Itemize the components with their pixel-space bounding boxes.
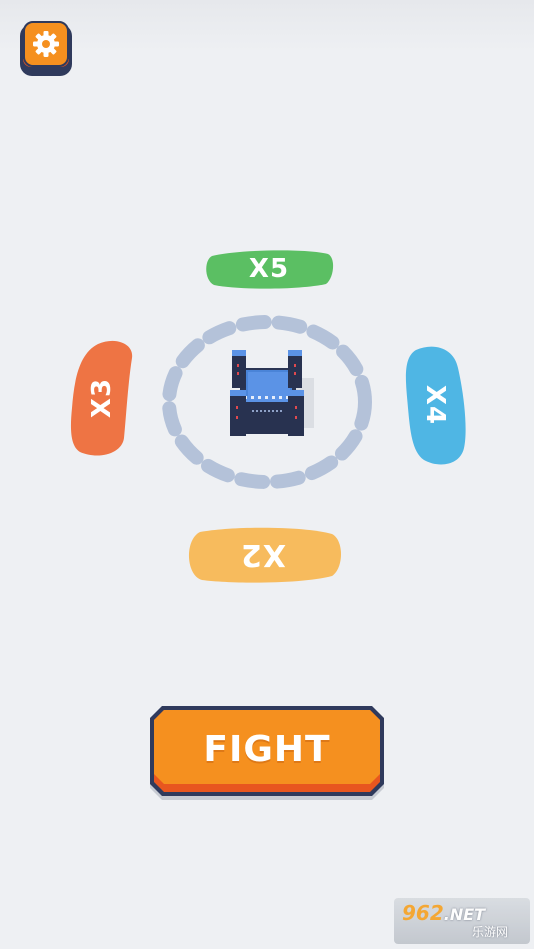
multiplier-top-label: X5 xyxy=(248,254,290,284)
watermark-brand: 962.NET xyxy=(402,901,486,925)
multiplier-left-label: X3 xyxy=(87,377,117,419)
multiplier-top: X5 xyxy=(204,248,334,290)
castle[interactable] xyxy=(226,348,316,440)
multiplier-left: X3 xyxy=(68,338,136,458)
top-band xyxy=(0,0,534,52)
multiplier-right-label: X4 xyxy=(420,384,450,426)
multiplier-bottom: X2 xyxy=(184,526,342,584)
settings-button-face[interactable] xyxy=(23,21,69,67)
multiplier-bottom-label: X2 xyxy=(240,537,287,573)
fight-button[interactable]: FIGHT xyxy=(148,704,386,802)
fight-button-label: FIGHT xyxy=(203,728,331,770)
gear-icon xyxy=(33,31,59,57)
watermark-subtitle: 乐游网 xyxy=(471,925,508,939)
multiplier-right: X4 xyxy=(402,344,468,466)
settings-button[interactable] xyxy=(20,18,72,76)
watermark-logo: 962.NET 乐游网 xyxy=(394,898,530,944)
